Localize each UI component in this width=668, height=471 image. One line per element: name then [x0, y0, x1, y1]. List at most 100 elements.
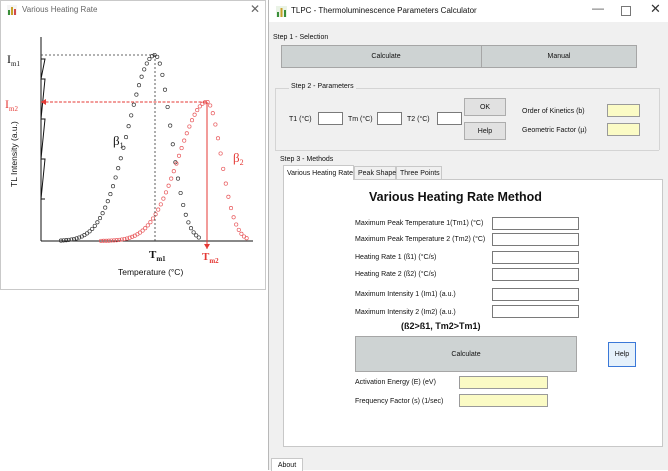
beta-2-curve-marker: [176, 153, 182, 158]
beta-2-curve-marker: [156, 207, 161, 212]
heating-rate-2-input[interactable]: [492, 268, 579, 281]
order-of-kinetics-field[interactable]: [607, 104, 640, 117]
beta-2-curve: [98, 100, 249, 243]
beta-2-curve-marker: [234, 222, 239, 227]
step3-label: Step 3 - Methods: [280, 156, 334, 163]
im2-label: Im2: [5, 97, 18, 113]
beta-1-curve-marker: [183, 212, 188, 217]
beta-1-curve-marker: [196, 235, 201, 240]
tab-three-points[interactable]: Three Points: [396, 166, 442, 179]
geometric-factor-field[interactable]: [607, 123, 640, 136]
minimize-icon[interactable]: —: [592, 1, 604, 15]
beta-1-curve-marker: [160, 72, 165, 77]
intensity-2-label: Maximum Intensity 2 (Im2) (a.u.): [355, 309, 456, 316]
beta-2-curve-marker: [228, 206, 234, 211]
beta-2-curve-marker: [153, 212, 158, 217]
y-axis-label: TL Intensity (a.u.): [9, 121, 19, 187]
beta-2-curve-marker: [184, 131, 189, 136]
beta-2-curve-marker: [145, 223, 150, 228]
beta-2-curve-marker: [171, 169, 176, 174]
t2-label: T2 (°C): [407, 116, 430, 123]
beta-2-curve-marker: [150, 216, 156, 221]
beta-2-curve-marker: [226, 194, 231, 199]
intensity-1-input[interactable]: [492, 288, 579, 301]
beta-1-curve-marker: [90, 226, 95, 231]
beta-1-curve-marker: [155, 54, 160, 59]
beta-1-curve-marker: [178, 190, 183, 196]
intensity-2-input[interactable]: [492, 305, 579, 318]
chart-app-icon: [276, 6, 287, 17]
step1-label: Step 1 - Selection: [273, 34, 329, 41]
geometric-factor-label: Geometric Factor (µ): [522, 127, 587, 134]
beta-2-curve-marker: [166, 183, 171, 188]
tm1-input[interactable]: [492, 217, 579, 230]
tlpc-titlebar[interactable]: TLPC - Thermoluminescence Parameters Cal…: [269, 0, 668, 22]
beta-1-curve-marker: [191, 230, 196, 235]
beta-2-curve-marker: [223, 181, 228, 186]
beta-2-curve-marker: [169, 176, 174, 181]
tm-label: Tm (°C): [348, 116, 373, 123]
beta-1-curve-marker: [123, 135, 129, 140]
beta-1-curve-marker: [142, 67, 147, 72]
method-title: Various Heating Rate Method: [369, 190, 542, 204]
tab-about[interactable]: About: [271, 458, 303, 471]
frequency-factor-label: Frequency Factor (s) (1/sec): [355, 398, 444, 405]
im1-label: Im1: [7, 52, 20, 68]
t1-label: T1 (°C): [289, 116, 312, 123]
heating-rate-1-input[interactable]: [492, 251, 579, 264]
beta-2-curve-marker: [218, 151, 223, 156]
beta-1-curve-marker: [116, 166, 121, 171]
heating-rate-1-label: Heating Rate 1 (ß1) (°C/s): [355, 254, 437, 261]
beta-1-curve-marker: [136, 83, 142, 88]
beta-2-curve-marker: [195, 108, 200, 113]
frequency-factor-field[interactable]: [459, 394, 548, 407]
beta-2-curve-marker: [208, 103, 213, 108]
heating-rate-window: Various Heating Rate ✕ Im1 Im2 β1 β2 Tm1…: [0, 0, 266, 290]
step2-help-button[interactable]: Help: [464, 122, 506, 140]
beta-1-curve-marker: [126, 124, 131, 129]
close-icon[interactable]: ✕: [650, 1, 661, 17]
beta-1-curve-marker: [103, 205, 108, 210]
beta-2-curve-marker: [161, 196, 166, 201]
beta-1-curve-marker: [131, 102, 136, 107]
method-calculate-button[interactable]: Calculate: [355, 336, 577, 372]
t2-input[interactable]: [437, 112, 462, 125]
beta-1-curve-marker: [105, 199, 110, 204]
ok-button[interactable]: OK: [464, 98, 506, 116]
heating-rate-titlebar[interactable]: Various Heating Rate ✕: [1, 1, 265, 19]
manual-button[interactable]: Manual: [481, 45, 637, 68]
tm1-label: Tm1: [149, 249, 166, 263]
beta-1-curve-marker: [188, 226, 194, 231]
beta-1-curve-marker: [168, 123, 173, 128]
tm2-input[interactable]: [492, 233, 579, 246]
tab-peak-shape[interactable]: Peak Shape: [354, 166, 396, 179]
beta-1-curve-marker: [162, 87, 168, 92]
method-help-button[interactable]: Help: [608, 342, 636, 367]
beta-1-curve-marker: [100, 211, 105, 216]
chart-app-icon: [7, 5, 17, 15]
tm-input[interactable]: [377, 112, 402, 125]
y-axis-tick-marks: [40, 58, 46, 200]
tlpc-window-title: TLPC - Thermoluminescence Parameters Cal…: [291, 6, 477, 15]
tm1-field-label: Maximum Peak Temperature 1(Tm1) (°C): [355, 220, 484, 227]
beta-2-curve-marker: [192, 112, 197, 117]
close-icon[interactable]: ✕: [250, 2, 260, 16]
beta-2-curve-marker: [182, 138, 187, 143]
tab-various-heating-rate[interactable]: Various Heating Rate: [283, 165, 354, 180]
tlpc-window: TLPC - Thermoluminescence Parameters Cal…: [268, 0, 668, 471]
heating-rate-plot: Im1 Im2 β1 β2 Tm1 Tm2 Temperature (°C) T…: [5, 37, 253, 277]
beta-2-curve-marker: [239, 231, 244, 236]
t1-input[interactable]: [318, 112, 343, 125]
beta-2-label: β2: [233, 150, 244, 167]
beta-2-curve-marker: [179, 146, 184, 151]
step1-calculate-button[interactable]: Calculate: [281, 45, 491, 68]
beta-1-curve-marker: [134, 92, 139, 97]
maximize-icon[interactable]: [621, 6, 631, 16]
beta-2-curve-marker: [244, 236, 249, 241]
beta-2-curve-marker: [213, 122, 218, 127]
beta-1-curve-marker: [95, 220, 100, 225]
beta-2-curve-marker: [187, 124, 192, 129]
intensity-1-label: Maximum Intensity 1 (Im1) (a.u.): [355, 291, 456, 298]
activation-energy-field[interactable]: [459, 376, 548, 389]
beta-1-curve-marker: [175, 176, 181, 181]
